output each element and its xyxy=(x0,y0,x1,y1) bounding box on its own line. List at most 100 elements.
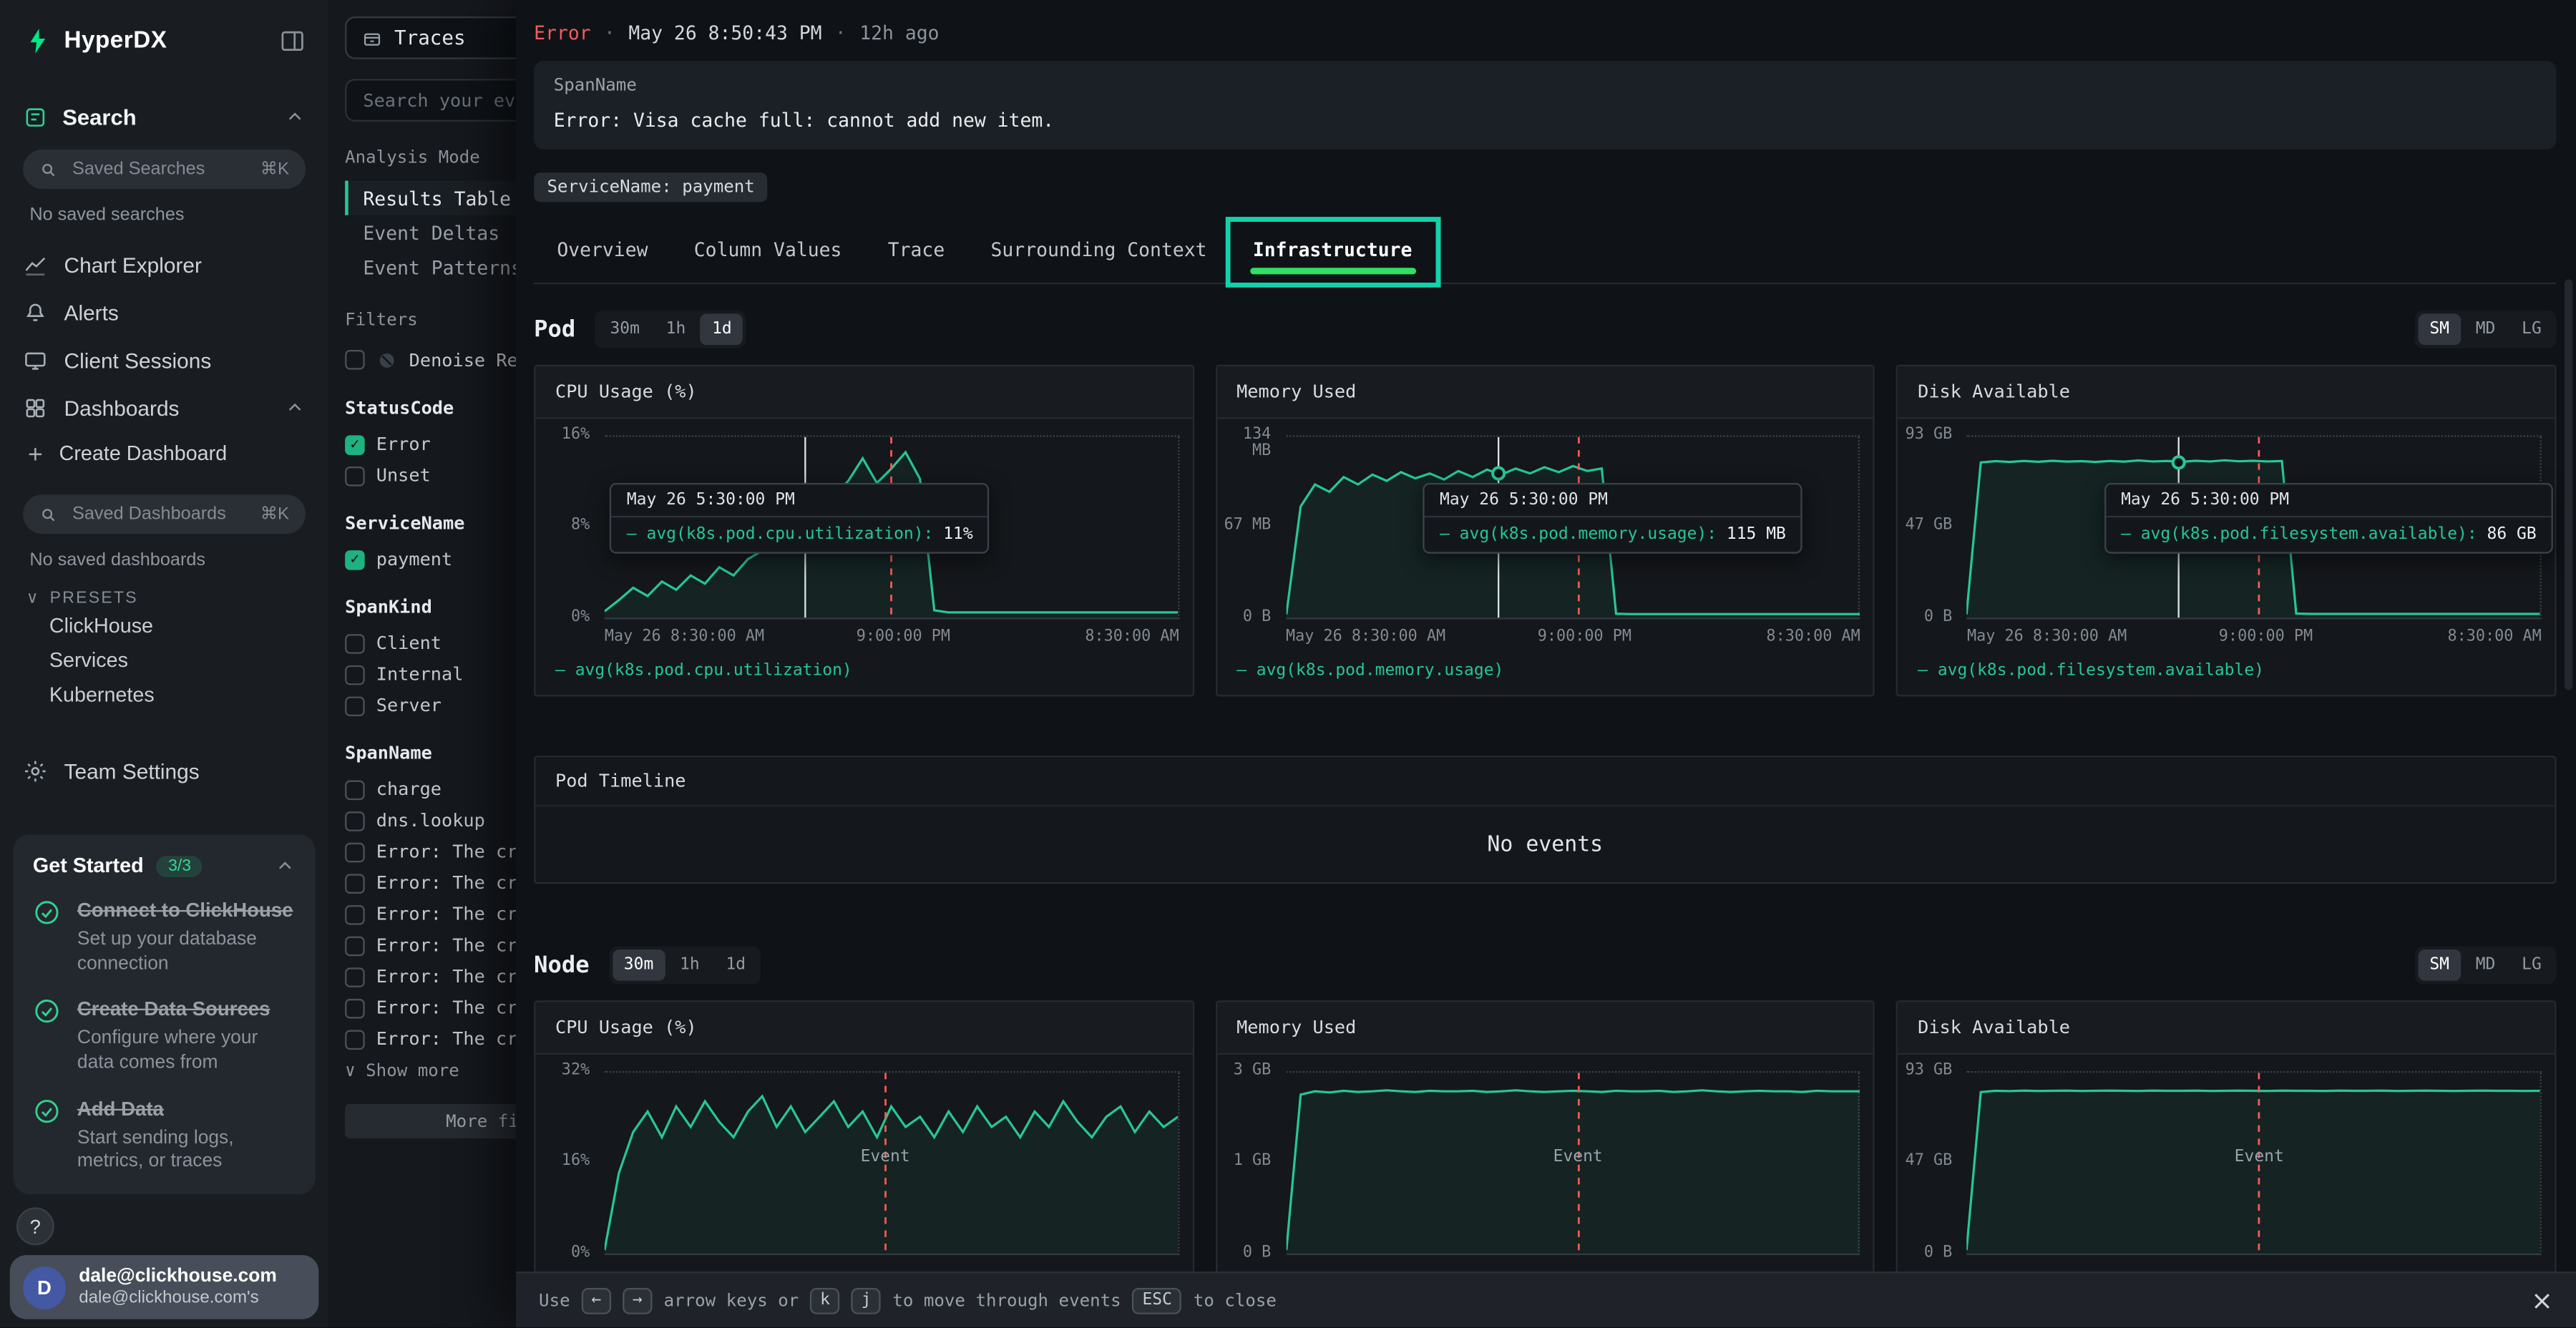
chart-legend[interactable]: — avg(k8s.pod.memory.usage) xyxy=(1217,652,1874,695)
node-size-sm[interactable]: SM xyxy=(2418,949,2461,981)
node-size-md[interactable]: MD xyxy=(2464,949,2507,981)
event-search-input[interactable] xyxy=(360,88,516,112)
checkbox[interactable] xyxy=(345,936,365,956)
node-range-30m[interactable]: 30m xyxy=(613,949,665,981)
node-range-1h[interactable]: 1h xyxy=(668,949,711,981)
saved-searches-field[interactable] xyxy=(69,157,248,180)
filter-option-server[interactable]: Server xyxy=(345,690,516,721)
filter-option-dns-lookup[interactable]: dns.lookup xyxy=(345,805,516,836)
chart-plot[interactable]: EventMay 26 5:30:00 PM— avg(k8s.pod.file… xyxy=(1967,435,2542,619)
saved-dashboards-field[interactable] xyxy=(69,503,248,526)
filter-option-error-the-cr[interactable]: Error: The cr xyxy=(345,929,516,961)
chart-legend[interactable]: — avg(k8s.pod.cpu.utilization) xyxy=(535,652,1192,695)
get-started-task[interactable]: Add Data Start sending logs, metrics, or… xyxy=(33,1098,296,1176)
checkbox[interactable] xyxy=(345,904,365,924)
tab-surrounding-context[interactable]: Surrounding Context xyxy=(967,222,1229,283)
checkbox[interactable] xyxy=(345,873,365,893)
pod-range-30m[interactable]: 30m xyxy=(598,314,651,346)
checkbox[interactable] xyxy=(345,695,365,716)
chevron-up-icon[interactable] xyxy=(284,107,306,128)
saved-dashboards-input[interactable]: ⌘K xyxy=(23,494,306,534)
filter-option-internal[interactable]: Internal xyxy=(345,659,516,690)
preset-item-clickhouse[interactable]: ClickHouse xyxy=(0,607,328,642)
sidebar-item-team-settings[interactable]: Team Settings xyxy=(0,748,328,796)
filter-option-client[interactable]: Client xyxy=(345,628,516,659)
pod-size-sm[interactable]: SM xyxy=(2418,314,2461,346)
sidebar-item-client-sessions[interactable]: Client Sessions xyxy=(0,337,328,385)
preset-item-services[interactable]: Services xyxy=(0,643,328,677)
filter-option-charge[interactable]: charge xyxy=(345,773,516,805)
chevron-up-icon[interactable] xyxy=(284,398,306,419)
bell-icon xyxy=(23,301,47,325)
chart-plot[interactable]: EventMay 26 5:30:00 PM— avg(k8s.pod.cpu.… xyxy=(605,435,1179,619)
chart-plot[interactable]: EventMay 26 5:30:00 PM— avg(k8s.pod.memo… xyxy=(1286,435,1860,619)
arrow-right-key[interactable]: → xyxy=(623,1287,652,1314)
pod-range-1h[interactable]: 1h xyxy=(655,314,698,346)
filter-option-error-the-cr[interactable]: Error: The cr xyxy=(345,899,516,930)
checkbox[interactable] xyxy=(345,842,365,862)
filter-option-payment[interactable]: payment xyxy=(345,544,516,575)
chart-plot[interactable]: Event xyxy=(605,1071,1179,1255)
j-key[interactable]: j xyxy=(852,1287,881,1314)
checkbox[interactable] xyxy=(345,633,365,653)
analysis-mode-results-table[interactable]: Results Table xyxy=(345,181,516,215)
pod-range-1d[interactable]: 1d xyxy=(701,314,743,346)
filter-option-error-the-cr[interactable]: Error: The cr xyxy=(345,992,516,1024)
help-button[interactable]: ? xyxy=(16,1208,54,1246)
preset-item-kubernetes[interactable]: Kubernetes xyxy=(0,677,328,711)
tab-overview[interactable]: Overview xyxy=(534,222,670,283)
k-key[interactable]: k xyxy=(810,1287,839,1314)
collapse-sidebar-icon[interactable] xyxy=(279,28,306,54)
denoise-toggle-row[interactable]: Denoise Re xyxy=(345,343,516,376)
pod-size-md[interactable]: MD xyxy=(2464,314,2507,346)
analysis-mode-event-patterns[interactable]: Event Patterns xyxy=(345,250,516,284)
saved-searches-input[interactable]: ⌘K xyxy=(23,150,306,189)
filter-option-error-the-cr[interactable]: Error: The cr xyxy=(345,1023,516,1055)
checkbox[interactable] xyxy=(345,1029,365,1049)
get-started-task[interactable]: Create Data Sources Configure where your… xyxy=(33,998,296,1076)
analysis-mode-event-deltas[interactable]: Event Deltas xyxy=(345,215,516,250)
close-icon[interactable]: × xyxy=(2531,1284,2553,1316)
sidebar-item-dashboards[interactable]: Dashboards xyxy=(0,384,328,432)
checkbox[interactable] xyxy=(345,665,365,685)
node-range-1d[interactable]: 1d xyxy=(714,949,757,981)
show-more-link[interactable]: ∨ Show more xyxy=(345,1061,516,1081)
checkbox[interactable] xyxy=(345,550,365,570)
checkbox[interactable] xyxy=(345,434,365,454)
chart-legend[interactable]: — avg(k8s.pod.filesystem.available) xyxy=(1898,652,2555,695)
esc-key[interactable]: ESC xyxy=(1133,1287,1182,1314)
tab-infrastructure[interactable]: Infrastructure xyxy=(1230,222,1435,283)
more-filters-button[interactable]: More fil xyxy=(345,1104,516,1138)
presets-toggle[interactable]: ∨ PRESETS xyxy=(0,570,328,608)
filter-option-error-the-cr[interactable]: Error: The cr xyxy=(345,961,516,992)
sidebar-item-chart-explorer[interactable]: Chart Explorer xyxy=(0,242,328,290)
tab-column-values[interactable]: Column Values xyxy=(671,222,865,283)
checkbox[interactable] xyxy=(345,350,365,370)
search-section-header[interactable]: Search xyxy=(0,56,328,130)
create-dashboard-button[interactable]: Create Dashboard xyxy=(0,432,328,475)
checkbox[interactable] xyxy=(345,967,365,987)
arrow-left-key[interactable]: ← xyxy=(582,1287,611,1314)
filter-option-unset[interactable]: Unset xyxy=(345,460,516,492)
chevron-up-icon[interactable] xyxy=(274,855,296,877)
checkbox[interactable] xyxy=(345,466,365,486)
tab-label: Column Values xyxy=(694,238,842,261)
user-account-chip[interactable]: D dale@clickhouse.com dale@clickhouse.co… xyxy=(10,1255,319,1319)
event-search-box[interactable] xyxy=(345,79,516,122)
scrollbar-thumb[interactable] xyxy=(2565,279,2572,690)
filter-option-error-the-cr[interactable]: Error: The cr xyxy=(345,867,516,899)
node-size-lg[interactable]: LG xyxy=(2510,949,2553,981)
filter-option-error-the-cr[interactable]: Error: The cr xyxy=(345,836,516,868)
filter-option-error[interactable]: Error xyxy=(345,429,516,460)
chart-plot[interactable]: Event xyxy=(1286,1071,1860,1255)
sidebar-item-alerts[interactable]: Alerts xyxy=(0,289,328,337)
source-selector-button[interactable]: Traces xyxy=(345,16,516,59)
checkbox[interactable] xyxy=(345,811,365,831)
service-name-tag[interactable]: ServiceName: payment xyxy=(534,172,768,202)
checkbox[interactable] xyxy=(345,779,365,799)
pod-size-lg[interactable]: LG xyxy=(2510,314,2553,346)
tab-trace[interactable]: Trace xyxy=(865,222,968,283)
checkbox[interactable] xyxy=(345,998,365,1018)
get-started-task[interactable]: Connect to ClickHouse Set up your databa… xyxy=(33,899,296,977)
chart-plot[interactable]: Event xyxy=(1967,1071,2542,1255)
